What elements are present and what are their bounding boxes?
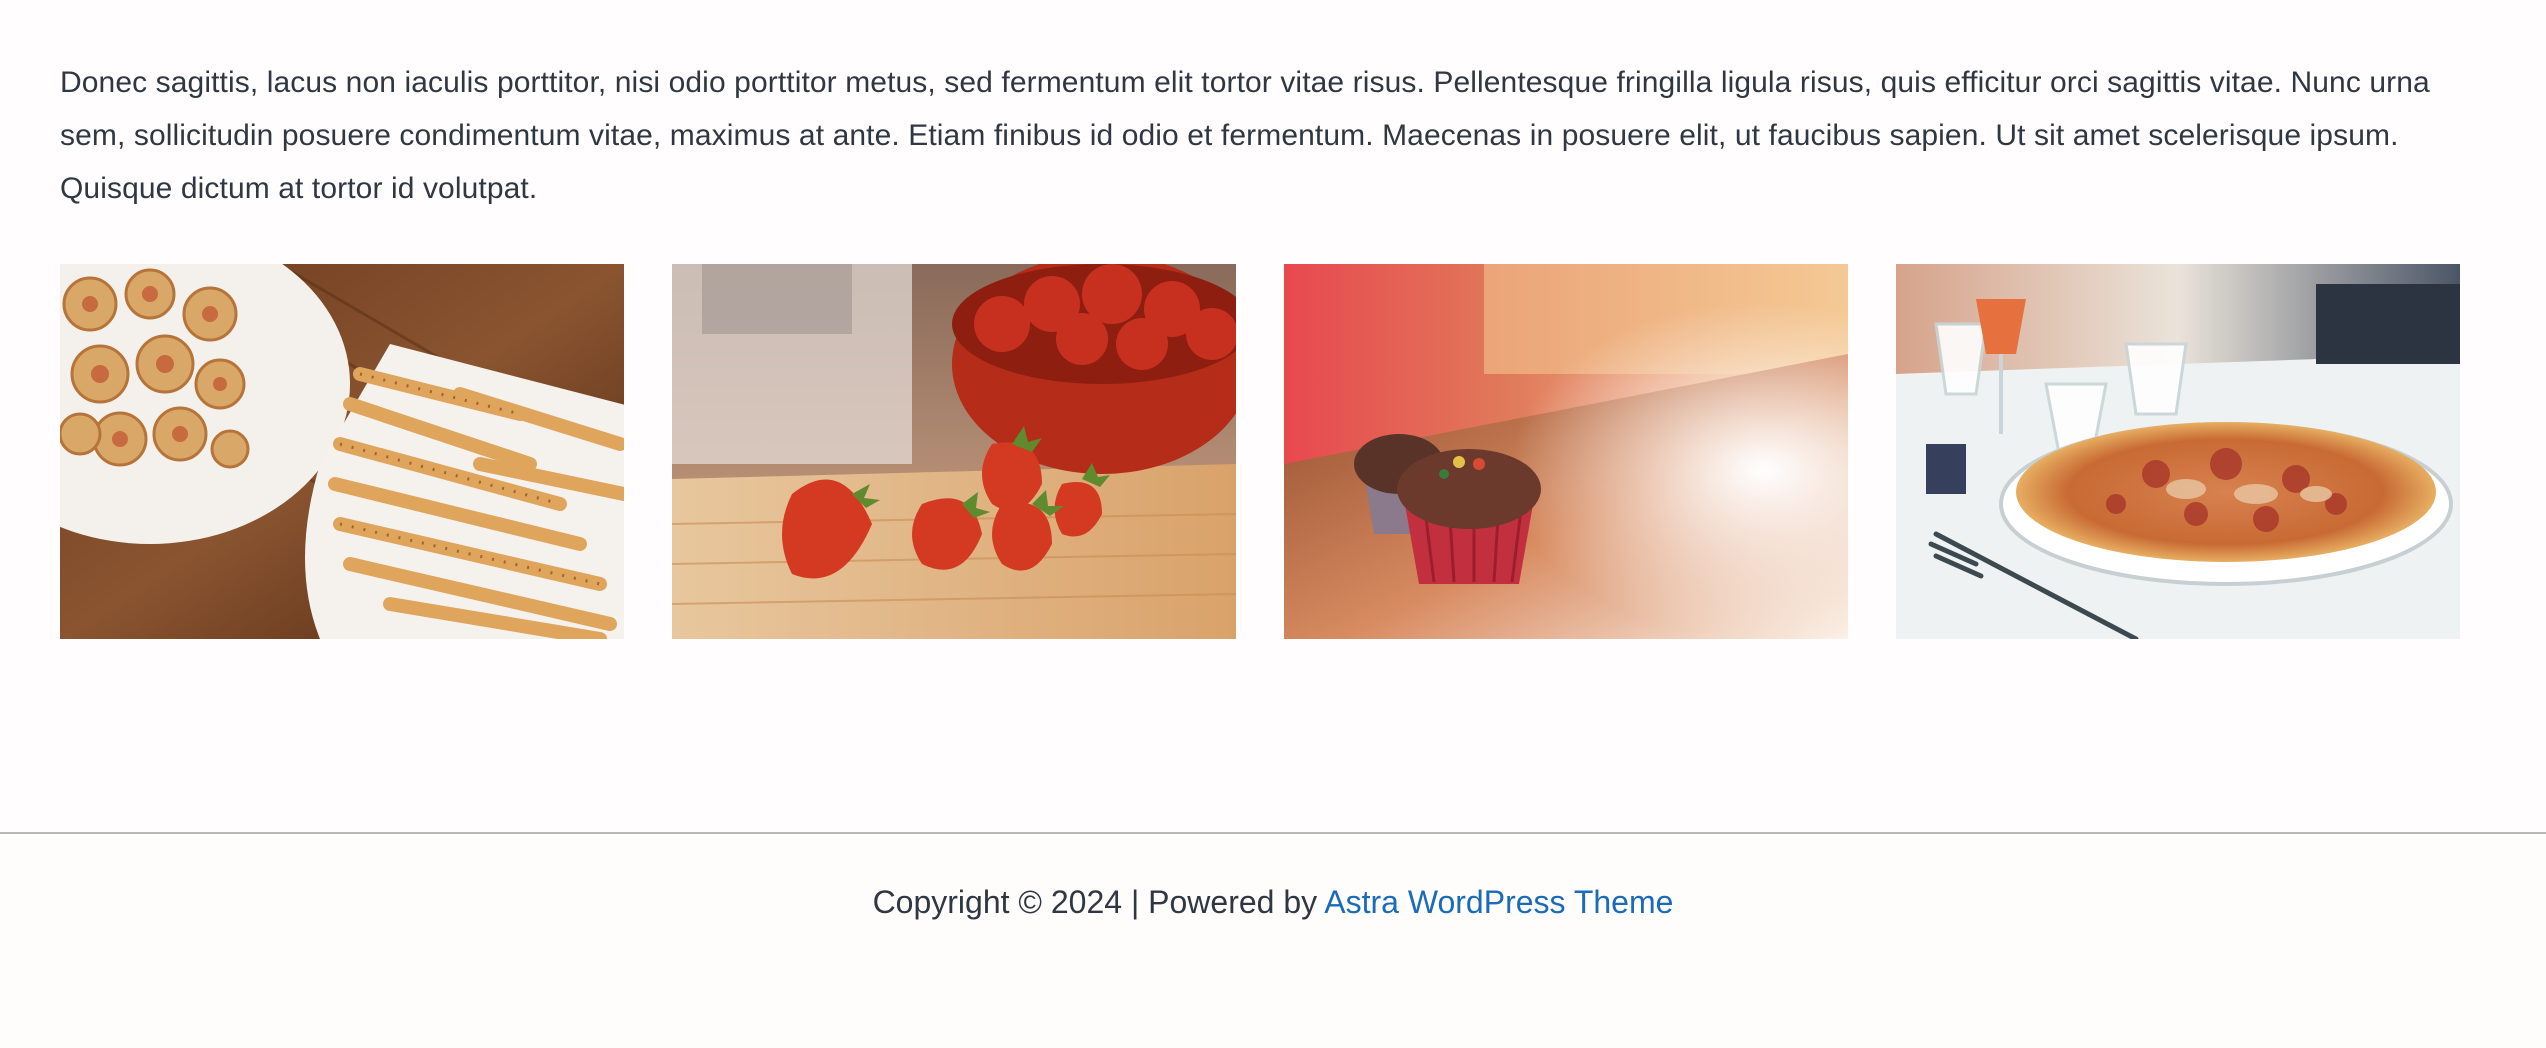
image-gallery	[60, 264, 2460, 639]
pastries-image	[60, 264, 624, 639]
gallery-image-strawberries[interactable]	[672, 264, 1236, 639]
theme-link[interactable]: Astra WordPress Theme	[1324, 884, 1673, 920]
copyright-prefix: Copyright © 2024 | Powered by	[872, 884, 1325, 920]
site-footer: Copyright © 2024 | Powered by Astra Word…	[0, 834, 2546, 1048]
gallery-image-pastries[interactable]	[60, 264, 624, 639]
gallery-image-pizza[interactable]	[1896, 264, 2460, 639]
cupcakes-image	[1284, 264, 1848, 639]
intro-paragraph: Donec sagittis, lacus non iaculis portti…	[60, 66, 2430, 205]
copyright-text: Copyright © 2024 | Powered by Astra Word…	[0, 882, 2546, 922]
strawberries-image	[672, 264, 1236, 639]
gallery-image-cupcakes[interactable]	[1284, 264, 1848, 639]
content-area: Donec sagittis, lacus non iaculis portti…	[60, 56, 2460, 215]
pizza-image	[1896, 264, 2460, 639]
